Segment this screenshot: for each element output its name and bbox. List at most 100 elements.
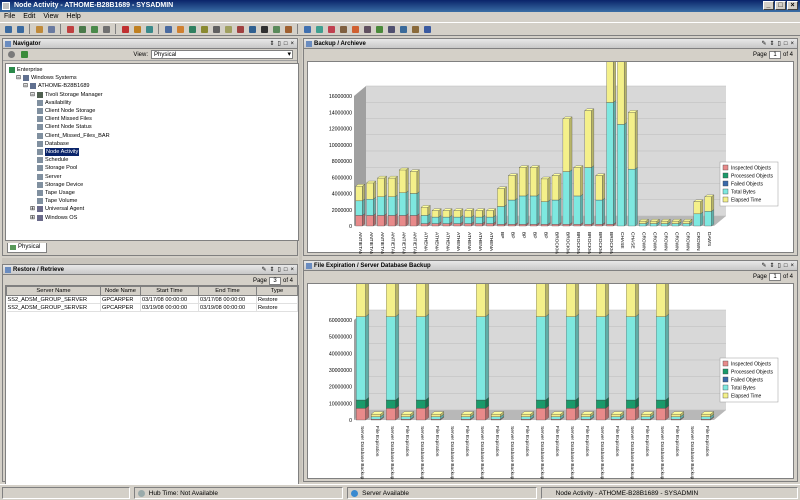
panel-menu-icon[interactable]: ⇕: [270, 266, 275, 274]
column-header[interactable]: Start Time: [140, 286, 199, 296]
area-icon[interactable]: [314, 24, 324, 34]
table-row[interactable]: SS2_ADSM_GROUP_SERVER GPCARPER 03/19/08 …: [6, 303, 298, 312]
split-icon[interactable]: ▯: [278, 266, 281, 274]
tree-item[interactable]: ⊟ ATHOME-B28B1689: [23, 82, 90, 90]
menu-file[interactable]: File: [4, 12, 15, 22]
tree-item[interactable]: Client Missed Files: [37, 115, 92, 123]
split-icon[interactable]: ▯: [778, 262, 781, 270]
back-icon[interactable]: [3, 24, 13, 34]
pie-chart-icon[interactable]: [175, 24, 185, 34]
scatter-icon[interactable]: [338, 24, 348, 34]
expand-toggle-icon[interactable]: ⊟: [16, 74, 21, 82]
column-header[interactable]: Node Name: [100, 286, 141, 296]
expand-toggle-icon[interactable]: ⊟: [30, 91, 35, 99]
panel-menu-icon[interactable]: ⇕: [770, 40, 775, 48]
menu-view[interactable]: View: [43, 12, 58, 22]
expand-toggle-icon[interactable]: ⊞: [30, 214, 35, 222]
tree-item[interactable]: Enterprise: [9, 66, 43, 74]
maximize-panel-icon[interactable]: □: [284, 40, 288, 48]
save-icon[interactable]: [46, 24, 56, 34]
bar-chart-icon[interactable]: [163, 24, 173, 34]
heat-icon[interactable]: [350, 24, 360, 34]
tree-item[interactable]: Database: [37, 140, 69, 148]
tree-item[interactable]: Tape Volume: [37, 197, 77, 205]
close-button[interactable]: ×: [787, 1, 798, 10]
bar-icon[interactable]: [302, 24, 312, 34]
panel-menu-icon[interactable]: ⇕: [270, 40, 275, 48]
column-header[interactable]: End Time: [198, 286, 257, 296]
bar-segment: [431, 414, 441, 417]
tree-item[interactable]: Storage Pool: [37, 164, 77, 172]
vertical-splitter[interactable]: [299, 38, 302, 482]
tree-item[interactable]: Schedule: [37, 156, 68, 164]
tree-item[interactable]: Tape Usage: [37, 189, 75, 197]
map-icon[interactable]: [374, 24, 384, 34]
tree-item[interactable]: Node Activity: [37, 148, 80, 156]
split-icon[interactable]: ▯: [778, 40, 781, 48]
plot-icon[interactable]: [187, 24, 197, 34]
tree-item[interactable]: ⊟ Windows Systems: [16, 74, 77, 82]
update-icon[interactable]: [19, 50, 29, 60]
stop-icon[interactable]: [120, 24, 130, 34]
tree-item[interactable]: Availability: [37, 99, 71, 107]
panel-menu-icon[interactable]: ⇕: [770, 262, 775, 270]
filter-icon[interactable]: [132, 24, 142, 34]
event-icon[interactable]: [235, 24, 245, 34]
page-input[interactable]: 1: [768, 51, 781, 59]
table-icon[interactable]: [77, 24, 87, 34]
tree-item[interactable]: ⊞ Universal Agent: [30, 205, 84, 213]
menu-help[interactable]: Help: [66, 12, 80, 22]
expand-toggle-icon[interactable]: ⊟: [23, 82, 28, 90]
link-icon[interactable]: [144, 24, 154, 34]
print-icon[interactable]: [101, 24, 111, 34]
topology-icon[interactable]: [271, 24, 281, 34]
browser-icon[interactable]: [247, 24, 257, 34]
tree-item[interactable]: Client_Missed_Files_BAR: [37, 132, 110, 140]
list-icon[interactable]: [362, 24, 372, 34]
close-panel-icon[interactable]: ×: [790, 40, 794, 48]
page-total: of 4: [782, 274, 793, 280]
edit-icon[interactable]: [410, 24, 420, 34]
column-header[interactable]: Type: [256, 286, 298, 296]
close-panel-icon[interactable]: ×: [790, 262, 794, 270]
view-select[interactable]: Physical: [151, 50, 293, 59]
split-icon[interactable]: ▯: [278, 40, 281, 48]
refresh-icon[interactable]: [6, 50, 16, 60]
refresh-icon[interactable]: [89, 24, 99, 34]
edit-icon[interactable]: ✎: [761, 40, 766, 48]
chart-icon[interactable]: [65, 24, 75, 34]
table-view-icon[interactable]: [211, 24, 221, 34]
close-panel-icon[interactable]: ×: [290, 40, 294, 48]
tree-item[interactable]: Server: [37, 173, 61, 181]
line-icon[interactable]: [326, 24, 336, 34]
page-input[interactable]: 3: [268, 277, 281, 285]
notepad-icon[interactable]: [223, 24, 233, 34]
maximize-panel-icon[interactable]: □: [284, 266, 288, 274]
expand-toggle-icon[interactable]: ⊞: [30, 205, 35, 213]
tab-physical[interactable]: Physical: [7, 243, 47, 253]
tree-item[interactable]: ⊞ Windows OS: [30, 214, 77, 222]
tree-item[interactable]: Client Node Status: [37, 123, 92, 131]
page-input[interactable]: 1: [768, 273, 781, 281]
maximize-button[interactable]: □: [775, 1, 786, 10]
camera-icon[interactable]: [386, 24, 396, 34]
column-header[interactable]: Server Name: [6, 286, 101, 296]
terminal-icon[interactable]: [259, 24, 269, 34]
help-icon[interactable]: [422, 24, 432, 34]
gauge-icon[interactable]: [199, 24, 209, 34]
home-icon[interactable]: [34, 24, 44, 34]
menu-edit[interactable]: Edit: [23, 12, 35, 22]
edit-icon[interactable]: ✎: [761, 262, 766, 270]
tree-item[interactable]: Storage Device: [37, 181, 83, 189]
forward-icon[interactable]: [15, 24, 25, 34]
situation-icon[interactable]: [283, 24, 293, 34]
maximize-panel-icon[interactable]: □: [784, 40, 788, 48]
tree-item[interactable]: ⊟ Tivoli Storage Manager: [30, 91, 103, 99]
edit-icon[interactable]: ✎: [261, 266, 266, 274]
tree-item[interactable]: Client Node Storage: [37, 107, 95, 115]
minimize-button[interactable]: _: [763, 1, 774, 10]
close-panel-icon[interactable]: ×: [290, 266, 294, 274]
table-row[interactable]: SS2_ADSM_GROUP_SERVER GPCARPER 03/17/08 …: [6, 295, 298, 304]
network-icon[interactable]: [398, 24, 408, 34]
maximize-panel-icon[interactable]: □: [784, 262, 788, 270]
